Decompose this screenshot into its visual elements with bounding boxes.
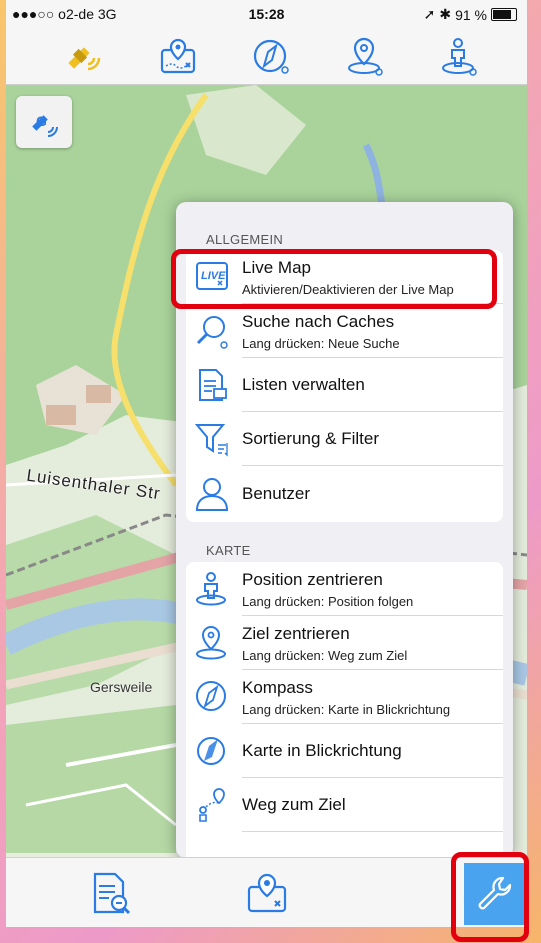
section-title-general: ALLGEMEIN — [206, 232, 284, 247]
menu-item-title: Sortierung & Filter — [242, 429, 379, 448]
list-search-icon[interactable] — [86, 868, 136, 918]
menu-item-subtitle: Lang drücken: Neue Suche — [242, 336, 400, 351]
menu-item-title: Karte in Blickrichtung — [242, 741, 402, 760]
menu-item-subtitle: Lang drücken: Weg zum Ziel — [242, 648, 408, 663]
menu-item-live-map[interactable]: LIVE Live Map Aktivieren/Deaktivieren de… — [186, 250, 503, 304]
menu-item-title: Listen verwalten — [242, 375, 365, 394]
live-map-icon: LIVE — [192, 257, 232, 297]
phone-screen: ●●●○○ o2-de 3G 15:28 ➚ ✱ 91 % G Luisenth… — [6, 0, 527, 927]
battery-percent: 91 % — [455, 6, 487, 23]
gps-satellite-icon: G — [32, 113, 58, 137]
menu-item-title: Weg zum Ziel — [242, 795, 346, 814]
menu-item-subtitle: Lang drücken: Position folgen — [242, 594, 414, 609]
town-label: Gersweile — [90, 679, 153, 695]
menu-item-title: Suche nach Caches — [242, 312, 395, 331]
menu-item-compass[interactable]: Kompass Lang drücken: Karte in Blickrich… — [186, 670, 503, 724]
search-icon — [192, 311, 232, 351]
menu-item-title: Position zentrieren — [242, 570, 383, 589]
position-icon[interactable] — [438, 34, 482, 78]
compass-icon[interactable] — [250, 34, 294, 78]
menu-item-title: Ziel zentrieren — [242, 624, 350, 643]
menu-item-map-heading[interactable]: Karte in Blickrichtung — [186, 724, 503, 778]
battery-icon — [491, 8, 517, 21]
target-pin-icon[interactable] — [344, 34, 388, 78]
heading-compass-icon — [192, 731, 232, 771]
filter-icon — [192, 419, 232, 459]
section-title-map: KARTE — [206, 543, 251, 558]
svg-text:G: G — [36, 113, 47, 129]
menu-item-title: Kompass — [242, 678, 313, 697]
menu-item-subtitle: Lang drücken: Karte in Blickrichtung — [242, 702, 451, 717]
target-pin-icon — [192, 623, 232, 663]
bottom-toolbar — [6, 857, 527, 927]
status-bar: ●●●○○ o2-de 3G 15:28 ➚ ✱ 91 % — [6, 0, 527, 28]
top-toolbar — [6, 28, 527, 85]
menu-item-partial[interactable] — [186, 832, 503, 858]
satellite-icon[interactable] — [60, 34, 104, 78]
menu-item-subtitle: Aktivieren/Deaktivieren der Live Map — [242, 282, 454, 297]
user-icon — [192, 474, 232, 514]
menu-item-title: Live Map — [242, 258, 311, 277]
popup-menu: ALLGEMEIN LIVE Live Map Aktivieren/Deakt… — [176, 202, 513, 858]
live-map-icon[interactable] — [156, 34, 200, 78]
menu-item-sort-filter[interactable]: Sortierung & Filter — [186, 412, 503, 466]
menu-item-center-target[interactable]: Ziel zentrieren Lang drücken: Weg zum Zi… — [186, 616, 503, 670]
wrench-icon — [478, 876, 512, 910]
route-icon — [192, 785, 232, 825]
menu-item-lists[interactable]: Listen verwalten — [186, 358, 503, 412]
menu-item-search-caches[interactable]: Suche nach Caches Lang drücken: Neue Suc… — [186, 304, 503, 358]
live-map-icon[interactable] — [242, 868, 292, 918]
svg-text:LIVE: LIVE — [201, 270, 226, 282]
position-icon — [192, 569, 232, 609]
status-right: ➚ ✱ 91 % — [424, 6, 517, 23]
gps-button[interactable]: G — [16, 96, 72, 148]
menu-item-route-to-target[interactable]: Weg zum Ziel — [186, 778, 503, 832]
compass-icon — [192, 677, 232, 717]
menu-item-user[interactable]: Benutzer — [186, 466, 503, 522]
menu-item-title: Benutzer — [242, 484, 311, 503]
bluetooth-icon: ✱ — [439, 6, 452, 22]
location-arrow-icon: ➚ — [423, 6, 436, 22]
list-icon — [192, 365, 232, 405]
settings-button[interactable] — [464, 863, 526, 925]
menu-item-center-position[interactable]: Position zentrieren Lang drücken: Positi… — [186, 562, 503, 616]
